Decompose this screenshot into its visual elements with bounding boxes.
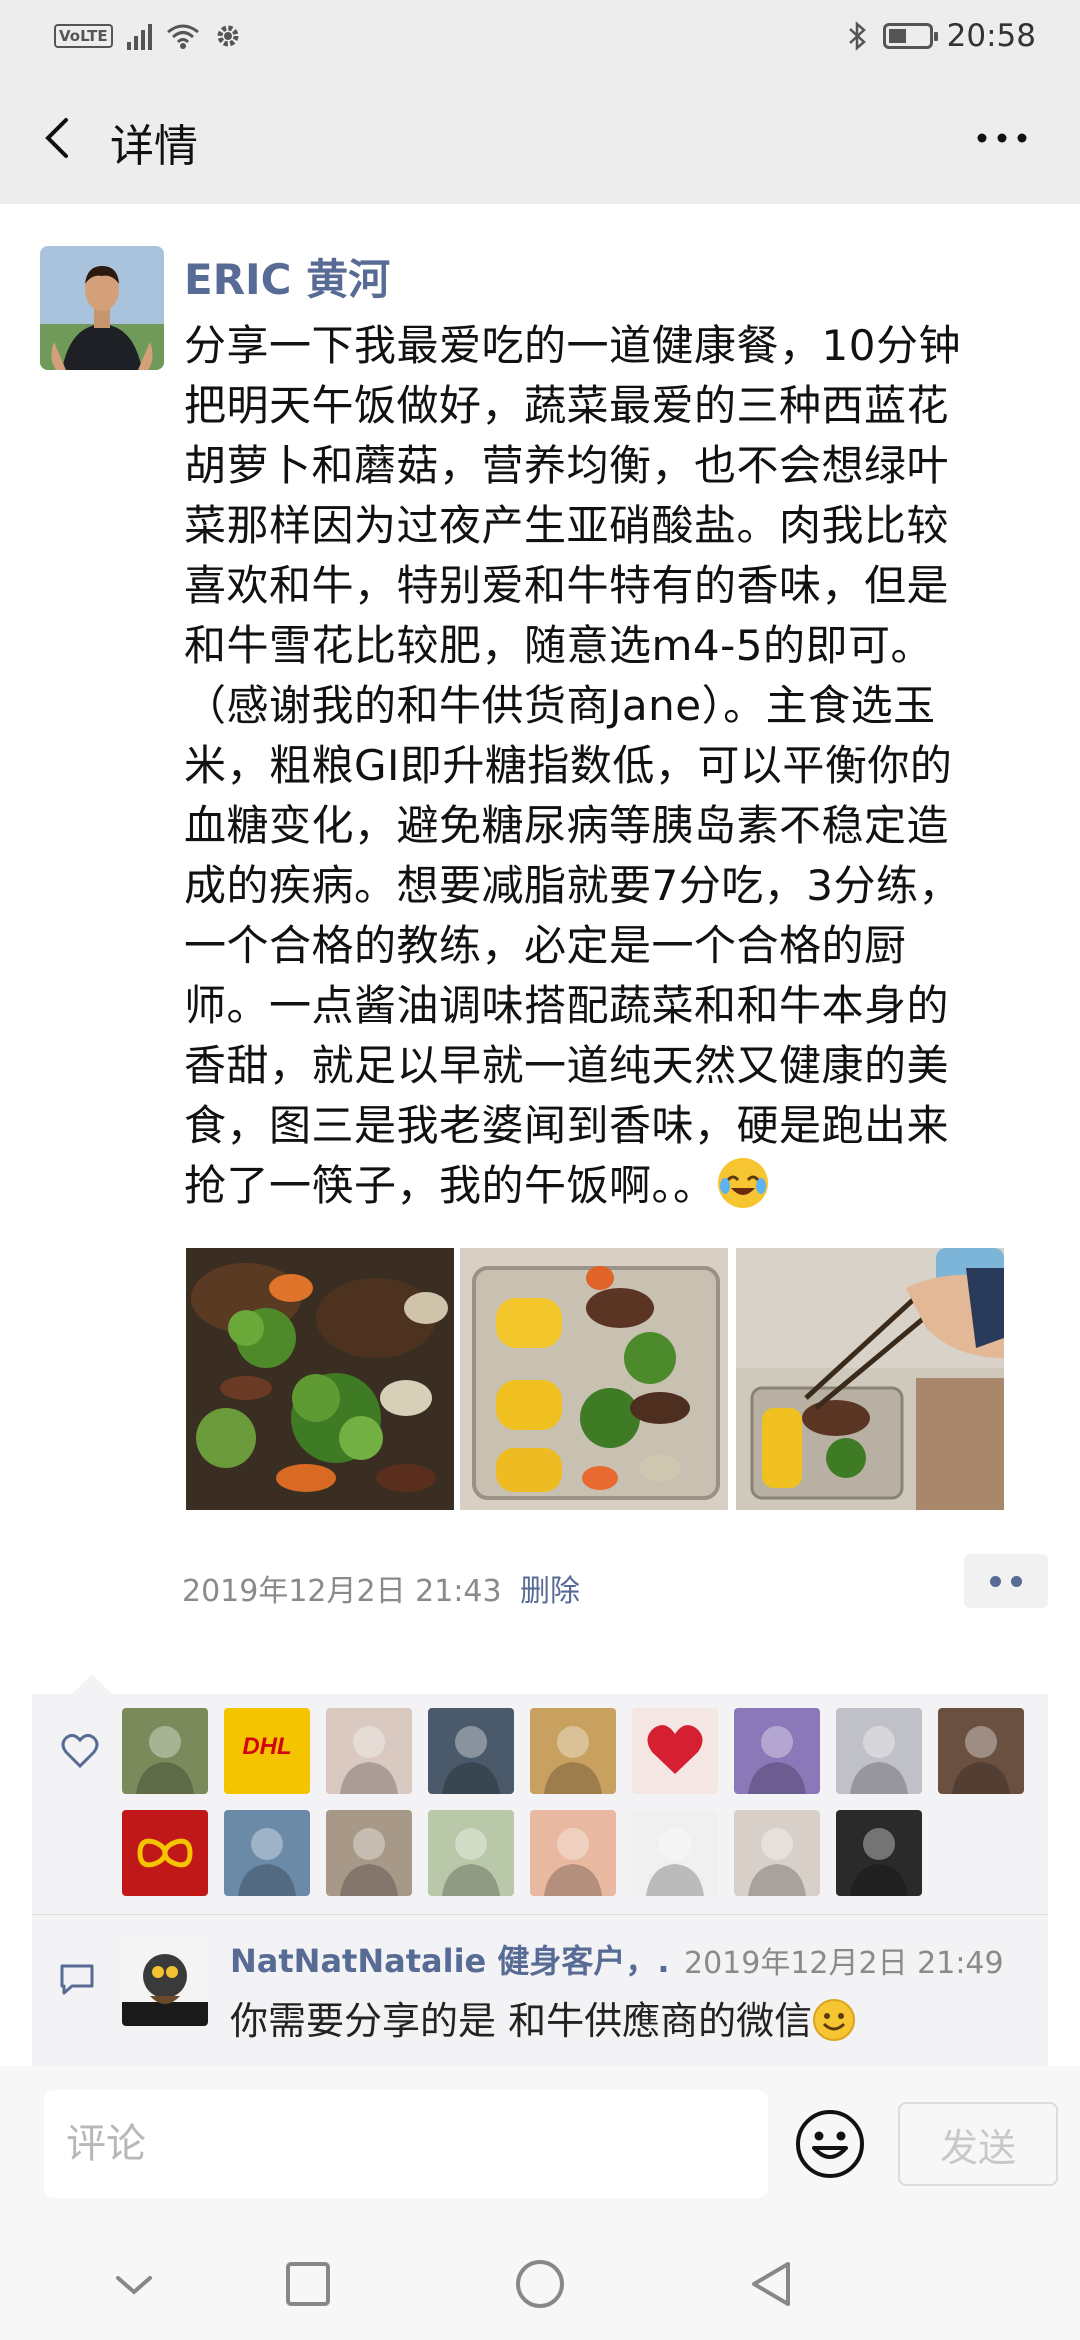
liker-avatar[interactable] bbox=[428, 1810, 514, 1896]
heart-icon bbox=[61, 1733, 99, 1769]
post-text-line: 喜欢和牛，特别爱和牛特有的香味，但是 bbox=[184, 561, 950, 610]
comment-icon bbox=[60, 1964, 94, 1995]
liker-avatar[interactable] bbox=[632, 1708, 718, 1794]
battery-icon bbox=[882, 23, 938, 49]
post-photo-3[interactable] bbox=[736, 1248, 1004, 1510]
volte-icon: VoLTE bbox=[54, 24, 113, 48]
post-text-line: 分享一下我最爱吃的一道健康餐，10分钟 bbox=[184, 321, 961, 370]
more-dots-icon[interactable] bbox=[974, 130, 1030, 146]
crying-laughing-emoji-icon bbox=[717, 1158, 768, 1208]
post-text-line: 食，图三是我老婆闻到香味，硬是跑出来 bbox=[184, 1101, 950, 1150]
liker-avatar[interactable]: DHL bbox=[224, 1708, 310, 1794]
post-text-line: 师。一点酱油调味搭配蔬菜和和牛本身的 bbox=[184, 981, 950, 1030]
post-text-line: 成的疾病。想要减脂就要7分吃，3分练， bbox=[184, 861, 961, 910]
bluetooth-icon bbox=[848, 21, 866, 51]
page-title: 详情 bbox=[110, 121, 198, 172]
nav-home-icon[interactable] bbox=[512, 2256, 568, 2312]
liker-avatar[interactable] bbox=[938, 1708, 1024, 1794]
nav-recents-icon[interactable] bbox=[280, 2256, 336, 2312]
liker-avatar[interactable] bbox=[224, 1810, 310, 1896]
dhl-logo-text: DHL bbox=[242, 1733, 291, 1760]
comment-text[interactable]: 你需要分享的是 和牛供應商的微信 bbox=[230, 1990, 856, 2045]
post-text-line: 抢了一筷子，我的午饭啊。。 bbox=[184, 1161, 716, 1210]
post-text-line: 血糖变化，避免糖尿病等胰岛素不稳定造 bbox=[184, 801, 950, 850]
header-bar: 详情 bbox=[0, 72, 1080, 204]
liker-avatar[interactable] bbox=[836, 1810, 922, 1896]
post-actions-button[interactable] bbox=[964, 1554, 1048, 1608]
post-photo-2[interactable] bbox=[460, 1248, 728, 1510]
comment-input[interactable] bbox=[44, 2090, 768, 2198]
post-text-line: 和牛雪花比较肥，随意选m4-5的即可。 bbox=[184, 621, 934, 670]
system-nav-bar bbox=[0, 2216, 1080, 2340]
post-photo-1[interactable] bbox=[186, 1248, 454, 1510]
delete-button[interactable]: 删除 bbox=[520, 1566, 580, 1610]
post-text-line: 把明天午饭做好，蔬菜最爱的三种西蓝花 bbox=[184, 381, 950, 430]
post-text-line: （感谢我的和牛供货商Jane）。主食选玉 bbox=[184, 681, 936, 730]
status-bar: VoLTE 20:58 bbox=[0, 0, 1080, 72]
emoji-icon[interactable] bbox=[794, 2108, 866, 2180]
comment-text-content: 你需要分享的是 和牛供應商的微信 bbox=[230, 1999, 813, 2043]
smile-emoji-icon bbox=[813, 1999, 856, 2041]
likes-comments-panel: DHL NatNatNatalie 健身客户，... 2019年12月2日 21… bbox=[32, 1674, 1048, 2066]
post-text-line: 米，粗粮GI即升糖指数低，可以平衡你的 bbox=[184, 741, 953, 790]
comment-time: 2019年12月2日 21:49 bbox=[684, 1946, 1004, 1981]
liker-avatar[interactable] bbox=[734, 1708, 820, 1794]
liker-avatar[interactable] bbox=[632, 1810, 718, 1896]
post-text: 分享一下我最爱吃的一道健康餐，10分钟 把明天午饭做好，蔬菜最爱的三种西蓝花 胡… bbox=[184, 316, 1024, 1216]
signal-icon bbox=[126, 22, 152, 50]
comment-author[interactable]: NatNatNatalie 健身客户，... bbox=[230, 1936, 670, 1982]
liker-avatar[interactable] bbox=[530, 1810, 616, 1896]
status-time: 20:58 bbox=[946, 18, 1036, 54]
comment-author-avatar[interactable] bbox=[122, 1940, 208, 2026]
liker-avatar[interactable] bbox=[836, 1708, 922, 1794]
chevron-left-icon[interactable] bbox=[36, 114, 84, 162]
liker-avatar[interactable] bbox=[122, 1810, 208, 1896]
panel-arrow bbox=[72, 1674, 112, 1694]
liker-avatar[interactable] bbox=[122, 1708, 208, 1794]
liker-avatar[interactable] bbox=[326, 1810, 412, 1896]
send-button[interactable]: 发送 bbox=[898, 2102, 1058, 2186]
post-text-line: 菜那样因为过夜产生亚硝酸盐。肉我比较 bbox=[184, 501, 950, 550]
liker-avatar[interactable] bbox=[734, 1810, 820, 1896]
post-text-line: 香甜，就足以早就一道纯天然又健康的美 bbox=[184, 1041, 950, 1090]
post-text-line-last: 抢了一筷子，我的午饭啊。。 bbox=[184, 1156, 1024, 1216]
liker-avatar[interactable] bbox=[428, 1708, 514, 1794]
dot-icon bbox=[990, 1575, 1001, 1587]
nav-back-icon[interactable] bbox=[744, 2256, 800, 2312]
liker-avatar[interactable] bbox=[530, 1708, 616, 1794]
post-text-line: 胡萝卜和蘑菇，营养均衡，也不会想绿叶 bbox=[184, 441, 950, 490]
post-timestamp: 2019年12月2日 21:43 bbox=[182, 1574, 502, 1609]
author-avatar[interactable] bbox=[40, 246, 164, 370]
nav-hide-icon[interactable] bbox=[106, 2256, 162, 2312]
dot-icon bbox=[1011, 1575, 1022, 1587]
settings-icon bbox=[217, 25, 239, 47]
liker-avatar[interactable] bbox=[326, 1708, 412, 1794]
wifi-icon bbox=[166, 24, 199, 49]
post-text-line: 一个合格的教练，必定是一个合格的厨 bbox=[184, 921, 907, 970]
post-author[interactable]: ERIC 黄河 bbox=[184, 246, 390, 307]
divider bbox=[32, 1914, 1048, 1915]
